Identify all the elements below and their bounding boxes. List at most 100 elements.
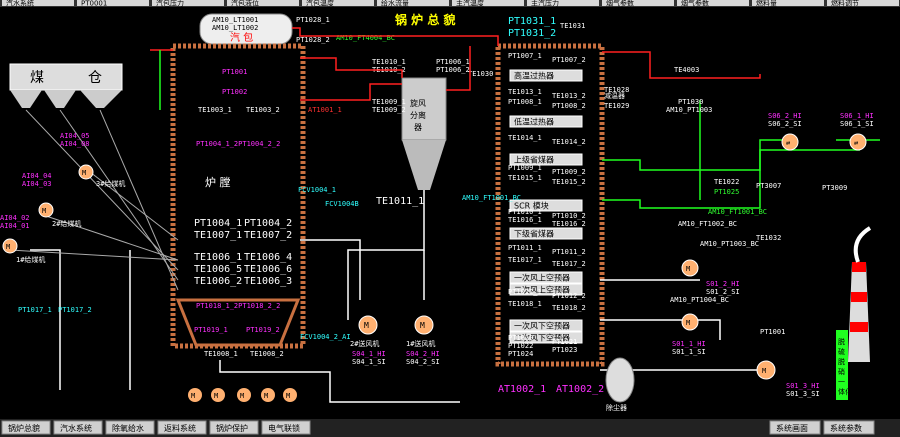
svg-text:S06_1_SI: S06_1_SI [840, 120, 874, 128]
svg-text:S04_1_SI: S04_1_SI [352, 358, 386, 366]
svg-text:AT1002_1: AT1002_1 [498, 384, 546, 395]
top-tab-label: 主汽温度 [456, 0, 484, 8]
svg-text:1#给煤机: 1#给煤机 [16, 255, 45, 264]
top-tab-label: PT0001 [81, 0, 107, 8]
nav-button-label: 系统画面 [776, 423, 808, 433]
right-tag: TE4003 [674, 66, 699, 74]
furnace-tag: TE1006_2 [194, 276, 242, 287]
svg-text:S04_2_HI: S04_2_HI [406, 350, 440, 358]
furnace-tag: PT1004_1_2PT1004_2_2 [196, 140, 280, 148]
svg-text:FCV1004B: FCV1004B [325, 200, 359, 208]
flue-top-tag: AM10_FT1001_BC [462, 194, 521, 202]
flue-tag: TE1018_1 [508, 300, 542, 308]
svg-text:AI04_04: AI04_04 [22, 172, 52, 180]
svg-text:3#给煤机: 3#给煤机 [96, 179, 125, 188]
flue-tag: PT1021 [552, 338, 577, 346]
coal-bunker: 煤 仓 [9, 63, 123, 108]
nav-button-label: 系统参数 [830, 423, 862, 433]
svg-text:AI04_01: AI04_01 [0, 222, 30, 230]
right-tag: PT1030 [678, 98, 703, 106]
furnace-tag: PT1004_2 [244, 218, 292, 229]
furnace-tag: PT1001 [222, 68, 247, 76]
top-tab-label: 主汽压力 [531, 0, 559, 8]
flue-section-label: 一次风下空预器 [514, 321, 570, 331]
flue-tag: PT1009_1 [508, 164, 542, 172]
flue-tag: PT1020 [508, 334, 533, 342]
right-tag: PT3009 [822, 184, 847, 192]
svg-text:S04_2_SI: S04_2_SI [406, 358, 440, 366]
top-tab-label: 汽水系统 [6, 0, 34, 8]
svg-text:S04_1_HI: S04_1_HI [352, 350, 386, 358]
svg-text:AM10_LT1001: AM10_LT1001 [212, 16, 258, 24]
svg-text:AI04_02: AI04_02 [0, 214, 30, 222]
svg-text:M: M [42, 207, 46, 215]
svg-text:S01_1_SI: S01_1_SI [672, 348, 706, 356]
svg-text:汽 包: 汽 包 [230, 31, 253, 44]
flue-tag: TE1016_1 [508, 216, 542, 224]
furnace-tag: PT1019_1 [194, 326, 228, 334]
flue-tag: PT1011_1 [508, 244, 542, 252]
svg-text:煤: 煤 [30, 70, 44, 86]
svg-text:PT1017_2: PT1017_2 [58, 306, 92, 314]
flue-tag: PT1011_2 [552, 248, 586, 256]
svg-text:器: 器 [414, 123, 422, 132]
svg-text:S01_2_HI: S01_2_HI [706, 280, 740, 288]
top-tab-label: 烟气参数 [681, 0, 709, 8]
furnace-tag: PT1004_1 [194, 218, 242, 229]
svg-text:S01_2_SI: S01_2_SI [706, 288, 740, 296]
flue-tag: TE1013_1 [508, 88, 542, 96]
furnace-tag: TE1003_1 [198, 106, 232, 114]
top-tab-label: 燃料调节 [831, 0, 859, 8]
nav-button-label: 返料系统 [164, 423, 196, 433]
flue-tag: TE1015_2 [552, 178, 586, 186]
svg-text:AI04_08: AI04_08 [60, 140, 90, 148]
bottom-nav: 锅炉总貌 汽水系统 除氧给水 返料系统 锅炉保护 电气联锁 系统画面 系统参数 [0, 419, 900, 437]
svg-text:M: M [82, 169, 86, 177]
furnace-tag: TE1003_2 [246, 106, 280, 114]
furnace: 炉 膛 PT1001 PT1002 TE1003_1 TE1003_2 PT1004_1… [170, 43, 306, 358]
svg-text:2#送风机: 2#送风机 [350, 339, 379, 348]
flue-top-tag: PT1031_1 [508, 16, 556, 27]
cyclone-tag: TE1009_1 [372, 98, 406, 106]
svg-text:M: M [240, 392, 244, 400]
svg-text:硝: 硝 [838, 367, 845, 376]
svg-text:M: M [686, 265, 690, 273]
svg-text:2#给煤机: 2#给煤机 [52, 219, 81, 228]
svg-text:除尘器: 除尘器 [606, 403, 627, 412]
right-tag: TE1029 [604, 102, 629, 110]
svg-text:仓: 仓 [88, 70, 102, 86]
furnace-tag: TE1006_4 [244, 252, 292, 263]
svg-text:炉 膛: 炉 膛 [205, 175, 231, 189]
top-tab-label: 燃料量 [756, 0, 777, 8]
furnace-tag: TE1006_3 [244, 276, 292, 287]
cyclone-tag: PT1006_2 [436, 66, 470, 74]
flue-tag: PT1012_2 [552, 292, 586, 300]
furnace-tag: TE1006_1 [194, 252, 242, 263]
right-tag: TE1022 [714, 178, 739, 186]
top-tabs: 汽水系统 PT0001 汽包压力 汽包液位 汽包温度 给水流量 主汽温度 主汽压力 烟气参数 烟气… [0, 0, 900, 8]
top-tab-label: 给水流量 [381, 0, 409, 8]
nav-button-label: 汽水系统 [60, 423, 92, 433]
svg-text:S01_3_SI: S01_3_SI [786, 390, 820, 398]
right-tag: PT1001 [760, 328, 785, 336]
flue-tag: TE1017_1 [508, 256, 542, 264]
right-tag: AM10_FT1002_BC [678, 220, 737, 228]
svg-text:脱: 脱 [838, 357, 845, 366]
flue-tag: TE1015_1 [508, 174, 542, 182]
flue-section-label: 一次风上空预器 [514, 273, 570, 283]
svg-text:PT1017_1: PT1017_1 [18, 306, 52, 314]
svg-text:AM10_LT1002: AM10_LT1002 [212, 24, 258, 32]
flue-tag: PT1009_2 [552, 168, 586, 176]
flue-section-label: 高温过热器 [514, 71, 554, 81]
svg-text:⇄: ⇄ [786, 139, 790, 147]
svg-text:M: M [6, 243, 10, 251]
top-tab-label: 烟气参数 [606, 0, 634, 8]
top-tab-label: 汽包液位 [231, 0, 259, 8]
svg-text:体化: 体化 [838, 387, 852, 396]
cyclone-tag: TE1010_1 [372, 58, 406, 66]
flue-tag: PT1007_2 [552, 56, 586, 64]
flue-top-tag: AM10_FT4004_BC [336, 34, 395, 42]
svg-text:M: M [286, 392, 290, 400]
right-tag: AM10_PT1003_BC [700, 240, 759, 248]
flue-top-tag: PT1028_1 [296, 16, 330, 24]
